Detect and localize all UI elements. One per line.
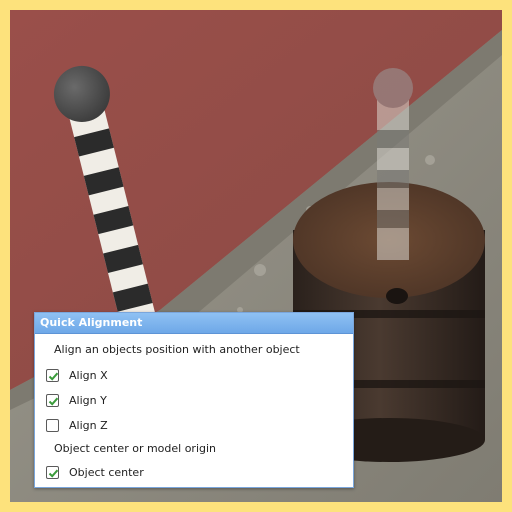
object-center-label: Object center	[69, 465, 144, 479]
check-icon	[48, 372, 59, 381]
align-y-option[interactable]: Align Y	[46, 391, 107, 409]
check-icon	[48, 469, 59, 478]
check-icon	[48, 397, 59, 406]
quick-alignment-panel: Quick Alignment Align an objects positio…	[34, 312, 354, 488]
align-z-label: Align Z	[69, 418, 108, 432]
ghost-pole	[373, 68, 413, 260]
panel-description: Align an objects position with another o…	[54, 343, 300, 356]
section-label: Object center or model origin	[54, 442, 217, 455]
object-center-option[interactable]: Object center	[46, 463, 144, 481]
align-y-checkbox[interactable]	[46, 393, 59, 407]
object-center-checkbox[interactable]	[46, 465, 59, 479]
align-z-checkbox[interactable]	[46, 418, 59, 432]
align-z-option[interactable]: Align Z	[46, 416, 108, 434]
screenshot-frame: Quick Alignment Align an objects positio…	[0, 0, 512, 512]
panel-title[interactable]: Quick Alignment	[35, 313, 353, 334]
align-x-label: Align X	[69, 368, 108, 382]
align-x-checkbox[interactable]	[46, 368, 59, 382]
align-y-label: Align Y	[69, 393, 107, 407]
align-x-option[interactable]: Align X	[46, 366, 108, 384]
